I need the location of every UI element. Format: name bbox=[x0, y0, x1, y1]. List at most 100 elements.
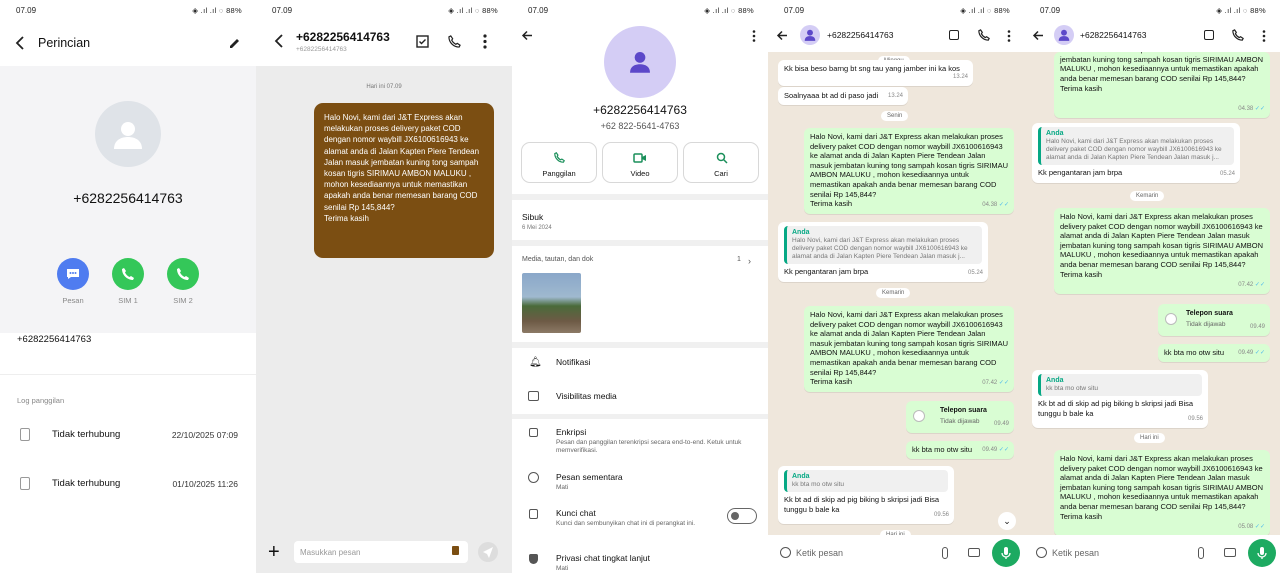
outgoing-message[interactable]: Halo Novi, kami dari J&T Express akan me… bbox=[1054, 208, 1270, 294]
message-text-end: Terima kasih bbox=[810, 377, 853, 387]
timer-icon bbox=[528, 472, 539, 483]
status-bar: 07.09 ◈ .ıl .ıl ◌ 88% bbox=[256, 0, 512, 20]
setting-subtitle: Kunci dan sembunyikan chat ini di perang… bbox=[556, 520, 696, 527]
quoted-message[interactable]: Anda Halo Novi, kami dari J&T Express aka… bbox=[784, 226, 982, 264]
video-button[interactable]: Video bbox=[602, 142, 678, 183]
incoming-message[interactable]: Soalnyaaa bt ad di paso jadi 13.24 bbox=[778, 87, 908, 105]
more-options-icon[interactable] bbox=[752, 30, 756, 42]
outgoing-message[interactable]: kk bta mo otw situ 09.49 bbox=[906, 441, 1014, 459]
missed-call-message[interactable]: Telepon suara Tidak dijawab 09.49 bbox=[1158, 304, 1270, 336]
incoming-reply-message[interactable]: Anda kk bta mo otw situ Kk bt ad di skip a… bbox=[778, 466, 954, 524]
status-bar: 07.09 ◈ .ıl .ıl ◌ 88% bbox=[0, 0, 256, 20]
message-text: Halo Novi, kami dari J&T Express akan me… bbox=[810, 310, 1009, 377]
message-time: 09.49 bbox=[1249, 324, 1265, 331]
setting-title: Visibilitas media bbox=[556, 391, 617, 401]
select-checkbox-icon[interactable] bbox=[416, 35, 429, 48]
call-sim1-button[interactable] bbox=[112, 258, 144, 290]
media-thumbnail[interactable] bbox=[522, 273, 581, 333]
phone-number-row[interactable]: +6282256414763 bbox=[17, 334, 91, 345]
quoted-message[interactable]: Anda Halo Novi, kami dari J&T Express aka… bbox=[1038, 127, 1234, 165]
message-input[interactable]: Ketik pesan bbox=[1030, 539, 1244, 567]
emoji-icon[interactable] bbox=[1036, 547, 1047, 558]
call-button[interactable]: Panggilan bbox=[521, 142, 597, 183]
battery-level: 88% bbox=[738, 5, 754, 15]
status-bar: 07.09 ◈ .ıl .ıl ◌ 88% bbox=[1024, 0, 1280, 20]
sms-message-bubble[interactable]: Halo Novi, kami dari J&T Express akan me… bbox=[314, 103, 494, 258]
person-icon bbox=[630, 52, 650, 73]
message-input[interactable]: Masukkan pesan bbox=[294, 541, 468, 563]
message-text: kk bta mo otw situ bbox=[912, 445, 973, 454]
conversation-title: +6282256414763 bbox=[296, 30, 390, 44]
message-text: Halo Novi, kami dari J&T Express akan me… bbox=[1060, 454, 1264, 511]
incoming-message[interactable]: Kk bisa beso barng bt sng tau yang jambe… bbox=[778, 60, 973, 86]
chat-title[interactable]: +6282256414763 bbox=[1080, 30, 1146, 40]
call-title: Telepon suara bbox=[940, 407, 987, 414]
call-sim2-button[interactable] bbox=[167, 258, 199, 290]
voice-call-icon[interactable] bbox=[1232, 29, 1244, 41]
video-call-icon[interactable] bbox=[949, 30, 959, 40]
incoming-reply-message[interactable]: Anda Halo Novi, kami dari J&T Express aka… bbox=[1032, 123, 1240, 183]
call-log-item[interactable]: Tidak terhubung 22/10/2025 07:09 bbox=[0, 426, 256, 448]
video-camera-icon bbox=[633, 153, 646, 163]
quoted-message[interactable]: Anda kk bta mo otw situ bbox=[1038, 374, 1202, 396]
status-icons: ◈ .ıl .ıl ◌ 88% bbox=[192, 5, 242, 15]
outgoing-message[interactable]: Halo Novi, kami dari J&T Express akan me… bbox=[804, 128, 1014, 214]
attach-icon[interactable] bbox=[942, 547, 948, 559]
call-title: Telepon suara bbox=[1186, 310, 1233, 317]
back-arrow-icon[interactable] bbox=[776, 30, 788, 41]
message-text: Halo Novi, kami dari J&T Express akan me… bbox=[1060, 212, 1264, 269]
mic-button[interactable] bbox=[992, 539, 1020, 567]
back-arrow-icon[interactable] bbox=[274, 34, 284, 48]
missed-call-message[interactable]: Telepon suara Tidak dijawab 09.49 bbox=[906, 401, 1014, 433]
mic-button[interactable] bbox=[1248, 539, 1276, 567]
compose-bar: Ketik pesan bbox=[1024, 535, 1280, 573]
outgoing-message[interactable]: Halo Novi, kami dari J&T Express akan me… bbox=[1054, 450, 1270, 536]
status-icons: ◈ .ıl .ıl ◌ 88% bbox=[448, 5, 498, 15]
send-icon[interactable] bbox=[478, 542, 498, 562]
sim-select-icon[interactable] bbox=[452, 546, 459, 555]
more-options-icon[interactable] bbox=[1262, 30, 1266, 42]
outgoing-message[interactable]: Halo Novi, kami dari J&T Express akan me… bbox=[1054, 52, 1270, 118]
more-options-icon[interactable] bbox=[482, 34, 488, 49]
message-input[interactable]: Ketik pesan bbox=[774, 539, 988, 567]
outgoing-message[interactable]: Halo Novi, kami dari J&T Express akan me… bbox=[804, 306, 1014, 392]
back-arrow-icon[interactable] bbox=[521, 30, 533, 41]
quote-text: Halo Novi, kami dari J&T Express akan me… bbox=[1046, 138, 1222, 161]
phone-icon[interactable] bbox=[448, 35, 461, 48]
edit-pencil-icon[interactable] bbox=[228, 36, 242, 50]
camera-icon[interactable] bbox=[968, 548, 980, 557]
sim-card-icon bbox=[20, 428, 30, 441]
add-plus-icon[interactable]: + bbox=[268, 542, 280, 562]
media-label[interactable]: Media, tautan, dan dok bbox=[522, 256, 593, 263]
voice-call-icon[interactable] bbox=[978, 29, 990, 41]
date-separator: Hari ini 07.09 bbox=[366, 84, 402, 90]
scroll-down-icon[interactable]: ⌄ bbox=[998, 512, 1016, 530]
chevron-right-icon[interactable]: › bbox=[748, 256, 751, 266]
contact-phone: +6282256414763 bbox=[73, 190, 183, 206]
emoji-icon[interactable] bbox=[780, 547, 791, 558]
video-call-icon[interactable] bbox=[1204, 30, 1214, 40]
action-label-sim1: SIM 1 bbox=[118, 296, 138, 305]
quoted-message[interactable]: Anda kk bta mo otw situ bbox=[784, 470, 948, 492]
avatar[interactable] bbox=[800, 25, 820, 45]
avatar[interactable] bbox=[1054, 25, 1074, 45]
chat-lock-toggle[interactable] bbox=[727, 508, 757, 524]
call-log-item[interactable]: Tidak terhubung 01/10/2025 11:26 bbox=[0, 475, 256, 497]
message-time: 09.49 bbox=[993, 421, 1009, 428]
back-arrow-icon[interactable] bbox=[14, 36, 26, 50]
chat-title[interactable]: +6282256414763 bbox=[827, 30, 893, 40]
message-button[interactable] bbox=[57, 258, 89, 290]
more-options-icon[interactable] bbox=[1007, 30, 1011, 42]
setting-subtitle: Pesan dan panggilan terenkripsi secara e… bbox=[556, 439, 742, 454]
camera-icon[interactable] bbox=[1224, 548, 1236, 557]
setting-subtitle: Mati bbox=[556, 565, 569, 572]
incoming-reply-message[interactable]: Anda Halo Novi, kami dari J&T Express aka… bbox=[778, 222, 988, 282]
media-count: 1 bbox=[737, 256, 741, 263]
microphone-icon bbox=[1001, 547, 1011, 559]
search-button[interactable]: Cari bbox=[683, 142, 759, 183]
message-time: 04.38 bbox=[982, 201, 1009, 211]
back-arrow-icon[interactable] bbox=[1032, 30, 1044, 41]
incoming-reply-message[interactable]: Anda kk bta mo otw situ Kk bt ad di skip a… bbox=[1032, 370, 1208, 428]
outgoing-message[interactable]: kk bta mo otw situ 09.49 bbox=[1158, 344, 1270, 362]
attach-icon[interactable] bbox=[1198, 547, 1204, 559]
